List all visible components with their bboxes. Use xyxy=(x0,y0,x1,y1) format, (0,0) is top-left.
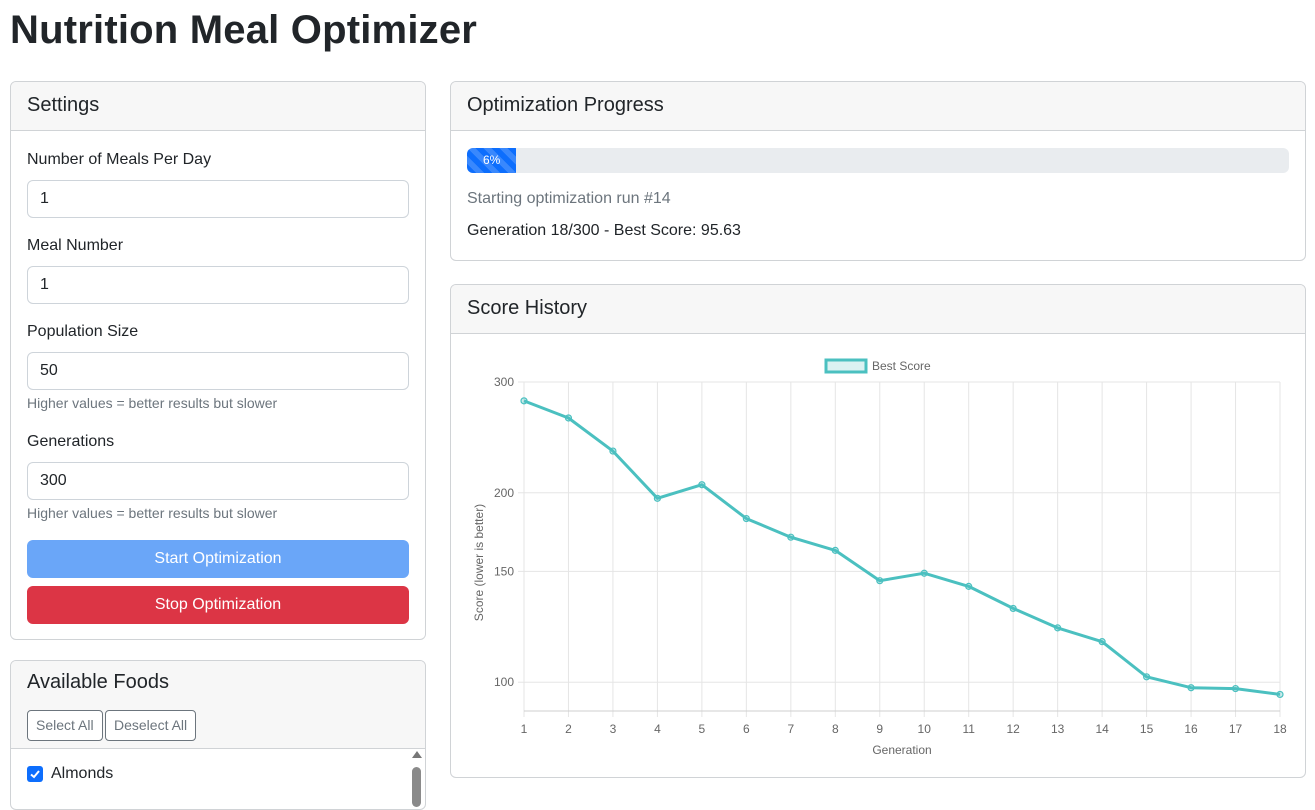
x-tick-label: 15 xyxy=(1140,722,1154,736)
foods-scrollbar[interactable] xyxy=(411,749,423,809)
data-point xyxy=(1054,624,1062,632)
legend-label: Best Score xyxy=(872,359,931,373)
status-text: Starting optimization run #14 xyxy=(467,190,671,207)
select-all-button[interactable]: Select All xyxy=(27,710,103,741)
data-point xyxy=(609,447,617,455)
x-tick-label: 5 xyxy=(699,722,706,736)
x-tick-label: 11 xyxy=(962,722,975,736)
foods-title: Available Foods xyxy=(27,671,169,693)
x-tick-label: 1 xyxy=(521,722,528,736)
x-tick-label: 16 xyxy=(1184,722,1198,736)
data-point xyxy=(698,481,706,489)
start-optimization-button[interactable]: Start Optimization xyxy=(27,540,409,578)
food-name: Almonds xyxy=(51,765,114,782)
data-point xyxy=(1142,673,1151,681)
x-axis-title: Generation xyxy=(872,743,931,757)
x-tick-label: 18 xyxy=(1273,722,1287,736)
history-header: Score History xyxy=(451,285,1305,334)
generations-input[interactable]: 300 xyxy=(27,462,409,500)
y-tick-label: 150 xyxy=(494,564,514,578)
data-point xyxy=(1098,638,1106,646)
x-tick-label: 10 xyxy=(918,722,932,736)
data-point xyxy=(831,546,839,554)
data-point xyxy=(564,414,573,422)
data-point xyxy=(742,514,750,523)
data-point xyxy=(520,397,528,405)
settings-header: Settings xyxy=(11,82,425,131)
x-tick-label: 2 xyxy=(565,722,572,736)
data-point xyxy=(1009,604,1017,613)
x-tick-label: 17 xyxy=(1229,722,1243,736)
meal-number-label: Meal Number xyxy=(27,237,124,254)
population-size-label: Population Size xyxy=(27,323,139,340)
data-point xyxy=(920,569,928,577)
data-point xyxy=(787,533,795,541)
legend-swatch xyxy=(824,358,868,374)
series-line-best-score xyxy=(523,399,1281,696)
meal-number-input[interactable]: 1 xyxy=(27,266,409,304)
score-history-card: Score History 100 150 200 300 1 2 3 4 5 6 7 8 9 10 11 1… xyxy=(450,284,1306,778)
data-point xyxy=(965,582,973,590)
population-help-text: Higher values = better results but slowe… xyxy=(27,395,278,411)
generations-help-text: Higher values = better results but slowe… xyxy=(27,505,278,521)
x-tick-label: 12 xyxy=(1006,722,1020,736)
y-axis-title: Score (lower is better) xyxy=(472,504,486,621)
deselect-all-button[interactable]: Deselect All xyxy=(105,710,197,741)
stop-optimization-button[interactable]: Stop Optimization xyxy=(27,586,409,624)
generations-label: Generations xyxy=(27,433,115,450)
generation-text: Generation 18/300 - Best Score: 95.63 xyxy=(467,222,741,239)
progress-bar: 6% xyxy=(467,148,1289,173)
data-point xyxy=(653,494,662,502)
x-tick-label: 14 xyxy=(1095,722,1109,736)
meals-per-day-input[interactable]: 1 xyxy=(27,180,409,218)
food-item-almonds[interactable]: Almonds xyxy=(27,765,113,783)
data-point xyxy=(1231,684,1240,693)
x-tick-label: 9 xyxy=(876,722,883,736)
x-tick-label: 3 xyxy=(610,722,617,736)
y-tick-label: 200 xyxy=(494,486,514,500)
settings-card: Settings Number of Meals Per Day 1 Meal … xyxy=(10,81,426,640)
data-point xyxy=(1187,684,1195,692)
scroll-thumb[interactable] xyxy=(412,767,421,807)
x-tick-label: 13 xyxy=(1051,722,1065,736)
meals-per-day-label: Number of Meals Per Day xyxy=(27,151,212,168)
population-size-input[interactable]: 50 xyxy=(27,352,409,390)
score-history-chart: 1001502003001 2 3 4 5 6 7 8 9 10 11 12 13 14 15 16 17 18G… xyxy=(472,358,1287,757)
page-title: Nutrition Meal Optimizer xyxy=(10,8,478,52)
checkbox-checked-icon[interactable] xyxy=(27,766,43,782)
progress-bar-fill: 6% xyxy=(467,148,517,173)
optimization-progress-card: Optimization Progress 6% Starting optimi… xyxy=(450,81,1306,261)
scroll-up-arrow-icon[interactable] xyxy=(412,751,422,758)
progress-header: Optimization Progress xyxy=(451,82,1305,131)
x-tick-label: 6 xyxy=(743,722,750,736)
y-tick-label: 300 xyxy=(494,375,514,389)
x-tick-label: 7 xyxy=(787,722,794,736)
available-foods-card: Available Foods Select All Deselect All … xyxy=(10,660,426,810)
x-tick-label: 4 xyxy=(654,722,661,736)
data-point xyxy=(876,577,884,585)
data-point xyxy=(1276,690,1284,699)
y-tick-label: 100 xyxy=(494,675,514,689)
x-tick-label: 8 xyxy=(832,722,839,736)
